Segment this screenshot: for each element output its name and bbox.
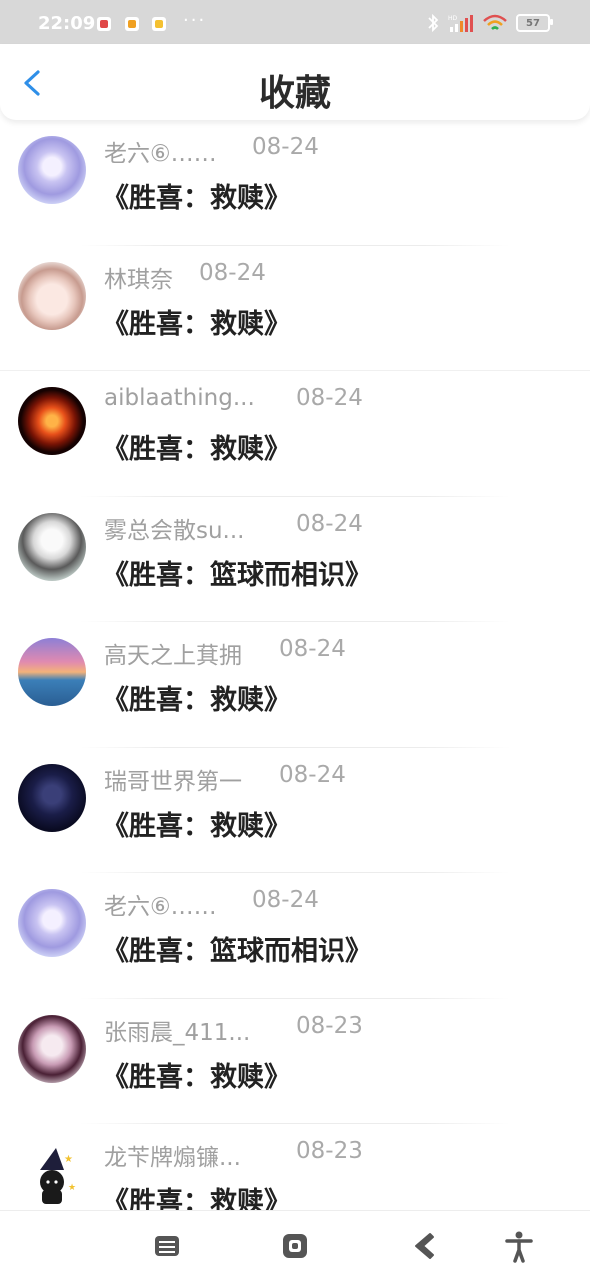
wizard-avatar-icon: ★ ★ — [40, 1148, 76, 1204]
avatar — [18, 638, 86, 706]
work-title: 《胜喜：救赎》 — [102, 308, 291, 340]
svg-text:HD: HD — [448, 15, 458, 22]
notification-icon — [125, 17, 139, 31]
home-icon[interactable] — [278, 1229, 312, 1263]
date: 08-24 — [296, 510, 363, 537]
menu-icon[interactable] — [150, 1229, 184, 1263]
date: 08-23 — [296, 1012, 363, 1039]
avatar — [18, 512, 86, 581]
user-name: 老六⑥…… — [104, 894, 217, 920]
user-name: 雾总会散su... — [104, 517, 245, 544]
svg-text:★: ★ — [68, 1183, 76, 1193]
list-item[interactable]: 老六⑥…… 08-24 《胜喜：篮球而相识》 — [0, 873, 590, 999]
date: 08-24 — [279, 761, 346, 788]
user-name: 林琪奈 — [104, 266, 173, 293]
user-name: 老六⑥…… — [104, 141, 217, 167]
user-name: 龙苄牌煽镰... — [104, 1145, 241, 1171]
list-item[interactable]: 林琪奈 08-24 《胜喜：救赎》 — [0, 246, 590, 371]
date: 08-23 — [296, 1138, 363, 1164]
avatar — [18, 763, 86, 832]
date: 08-24 — [252, 887, 319, 913]
bluetooth-icon — [428, 13, 439, 33]
date: 08-24 — [296, 385, 363, 411]
work-title: 《胜喜：篮球而相识》 — [102, 936, 372, 967]
user-name: 张雨晨_411... — [104, 1019, 251, 1046]
work-title: 《胜喜：救赎》 — [102, 810, 291, 842]
svg-text:★: ★ — [64, 1154, 73, 1165]
list-item[interactable]: 张雨晨_411... 08-23 《胜喜：救赎》 — [0, 999, 590, 1124]
battery-icon: 57 — [516, 14, 553, 32]
accessibility-icon[interactable] — [502, 1229, 536, 1263]
avatar — [18, 136, 86, 204]
date: 08-24 — [199, 259, 266, 286]
more-notifications-icon: ··· — [183, 10, 207, 31]
notification-icon — [97, 17, 111, 31]
work-title: 《胜喜：救赎》 — [102, 434, 291, 465]
work-title: 《胜喜：救赎》 — [102, 183, 291, 214]
app-header: 收藏 — [0, 44, 590, 120]
list-item[interactable]: 老六⑥…… 08-24 《胜喜：救赎》 — [0, 120, 590, 246]
user-name: aiblaathing... — [104, 385, 255, 411]
system-nav-bar — [0, 1210, 590, 1281]
avatar: ★ ★ — [18, 1140, 86, 1208]
favorites-list: 老六⑥…… 08-24 《胜喜：救赎》 林琪奈 08-24 《胜喜：救赎》 ai… — [0, 120, 590, 1250]
avatar — [18, 387, 86, 455]
work-title: 《胜喜：篮球而相识》 — [102, 559, 372, 591]
work-title: 《胜喜：救赎》 — [102, 1061, 291, 1093]
list-item[interactable]: 瑞哥世界第一 08-24 《胜喜：救赎》 — [0, 748, 590, 873]
date: 08-24 — [252, 134, 319, 160]
page-title: 收藏 — [258, 73, 331, 114]
list-item[interactable]: 雾总会散su... 08-24 《胜喜：篮球而相识》 — [0, 497, 590, 622]
notification-icon — [152, 17, 166, 31]
list-item[interactable]: aiblaathing... 08-24 《胜喜：救赎》 — [0, 371, 590, 497]
signal-icon: HD — [448, 15, 473, 32]
back-icon[interactable] — [408, 1229, 442, 1263]
avatar — [18, 1014, 86, 1083]
avatar — [18, 889, 86, 957]
work-title: 《胜喜：救赎》 — [102, 685, 291, 716]
list-item[interactable]: 高天之上萁拥 08-24 《胜喜：救赎》 — [0, 622, 590, 748]
date: 08-24 — [279, 636, 346, 662]
status-icons: HD 57 — [426, 12, 553, 34]
avatar — [18, 261, 86, 330]
user-name: 瑞哥世界第一 — [104, 768, 242, 795]
status-bar: 22:09 ··· HD 57 — [0, 0, 590, 44]
status-time: 22:09 — [38, 13, 96, 34]
wifi-icon — [483, 14, 507, 30]
user-name: 高天之上萁拥 — [104, 643, 242, 669]
